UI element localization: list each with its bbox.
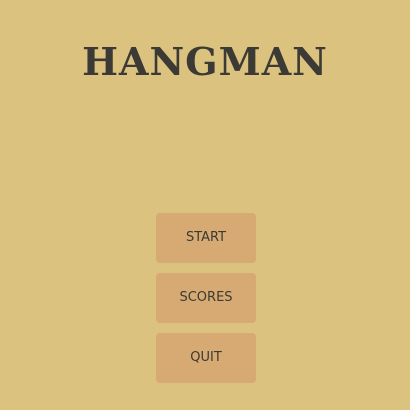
game-title: HANGMAN <box>82 39 328 84</box>
main-menu: START SCORES QUIT <box>156 213 256 393</box>
scores-button[interactable]: SCORES <box>156 273 256 323</box>
quit-button[interactable]: QUIT <box>156 333 256 383</box>
start-button[interactable]: START <box>156 213 256 263</box>
